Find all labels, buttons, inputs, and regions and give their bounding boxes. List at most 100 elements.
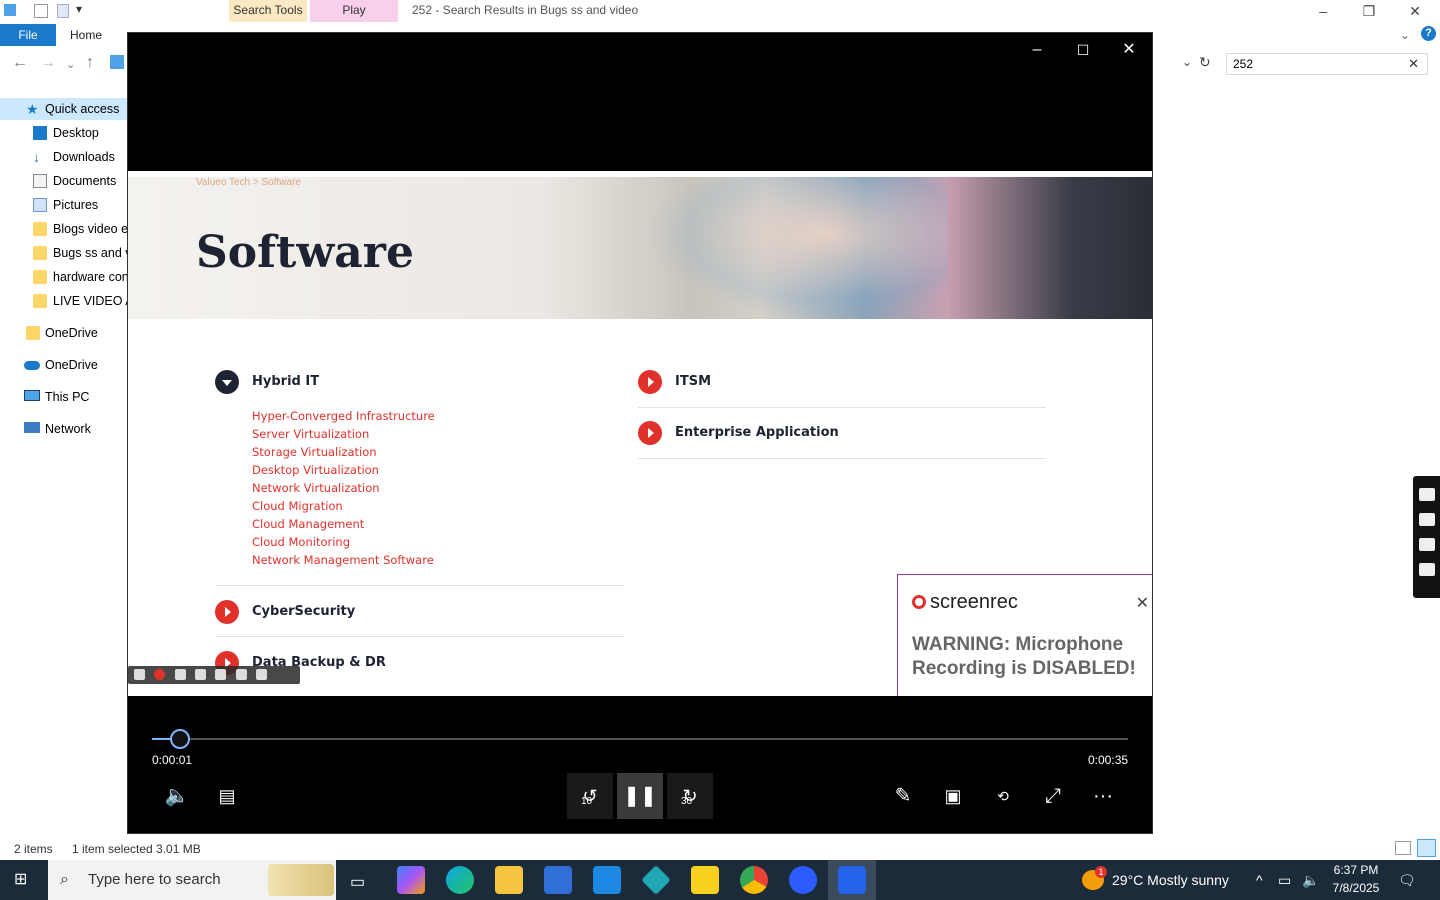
clock[interactable]: 6:37 PM 7/8/2025 [1330, 863, 1382, 895]
tab-file[interactable]: File [0, 24, 56, 46]
weather-text[interactable]: 29°C Mostly sunny [1112, 860, 1229, 900]
recent-locations-icon[interactable]: ⌄ [66, 58, 75, 71]
file-explorer-icon[interactable] [495, 866, 523, 894]
video-frame[interactable]: Valueo Tech > Software Software Hybrid I… [128, 171, 1152, 696]
expand-icon[interactable] [215, 600, 239, 624]
seek-bar[interactable] [152, 729, 1128, 749]
sidebar-item-folder[interactable]: Bugs ss and v [0, 242, 128, 264]
accordion-enterprise-application[interactable]: Enterprise Application [675, 425, 839, 440]
recorder-toolbar[interactable] [128, 666, 300, 684]
volume-tray-icon[interactable]: 🔈 [1302, 860, 1319, 900]
speaker-icon[interactable] [195, 669, 207, 680]
link-network-management-software[interactable]: Network Management Software [252, 553, 434, 567]
details-view-icon[interactable] [1395, 841, 1411, 855]
sticky-notes-icon[interactable] [691, 866, 719, 894]
accordion-cybersecurity[interactable]: CyberSecurity [252, 604, 355, 619]
minimize-icon[interactable]: – [1014, 39, 1060, 61]
search-input[interactable]: 252 ✕ [1226, 53, 1428, 75]
expand-ribbon-icon[interactable]: ⌄ [1400, 28, 1410, 42]
clear-search-icon[interactable]: ✕ [1408, 54, 1419, 74]
link-cloud-migration[interactable]: Cloud Migration [252, 499, 343, 513]
sidebar-item-onedrive[interactable]: OneDrive [0, 354, 128, 376]
sidebar-item-quick-access[interactable]: ★ Quick access [0, 98, 128, 120]
link-cloud-management[interactable]: Cloud Management [252, 517, 364, 531]
task-view-icon[interactable]: ▭ [350, 872, 365, 892]
fullscreen-icon[interactable]: ⤢ [1030, 773, 1076, 819]
gear-icon[interactable] [1419, 563, 1435, 576]
accordion-itsm[interactable]: ITSM [675, 374, 711, 389]
edge-icon[interactable] [446, 866, 474, 894]
mail-icon[interactable] [593, 866, 621, 894]
sidebar-item-documents[interactable]: Documents [0, 170, 128, 192]
record-icon[interactable] [154, 669, 166, 680]
sidebar-item-network[interactable]: Network [0, 418, 128, 440]
refresh-icon[interactable]: ↻ [1199, 54, 1211, 71]
more-options-icon[interactable]: ··· [1080, 773, 1126, 819]
microphone-icon[interactable] [174, 669, 186, 680]
customize-quick-access-icon[interactable]: ▾ [76, 2, 82, 16]
pause-button[interactable]: ❚❚ [617, 773, 663, 819]
network-tray-icon[interactable]: ▭ [1278, 860, 1291, 900]
skip-forward-button[interactable]: ↻ 30 [667, 773, 713, 819]
tab-search-tools[interactable]: Search Tools [229, 0, 307, 22]
link-network-virtualization[interactable]: Network Virtualization [252, 481, 380, 495]
address-dropdown-icon[interactable]: ⌄ [1182, 55, 1192, 69]
media-player-taskbar-button[interactable] [828, 860, 876, 900]
taskbar-search-box[interactable]: ⌕ Type here to search [48, 860, 336, 900]
gallery-icon[interactable] [1419, 538, 1435, 551]
360-view-icon[interactable]: ⟲ [980, 773, 1026, 819]
maximize-icon[interactable]: ☐ [1060, 39, 1106, 61]
link-server-virtualization[interactable]: Server Virtualization [252, 427, 369, 441]
video-record-icon[interactable] [1419, 513, 1435, 526]
sidebar-item-folder[interactable]: Blogs video ev [0, 218, 128, 240]
miniplayer-icon[interactable]: ▣ [930, 773, 976, 819]
close-icon[interactable]: ✕ [1106, 39, 1152, 61]
zoom-icon[interactable] [789, 866, 817, 894]
weather-icon[interactable]: 1 [1082, 866, 1107, 890]
large-icons-view-icon[interactable] [1417, 839, 1436, 857]
seek-thumb[interactable] [170, 729, 190, 749]
sidebar-item-folder[interactable]: LIVE VIDEO AN [0, 290, 128, 312]
edit-pencil-icon[interactable]: ✎ [880, 773, 926, 819]
collapse-icon[interactable] [215, 370, 239, 394]
close-icon[interactable]: ✕ [1136, 593, 1149, 613]
new-folder-icon[interactable] [57, 4, 69, 18]
expand-icon[interactable] [638, 421, 662, 445]
minimize-icon[interactable]: – [1300, 0, 1346, 24]
sidebar-item-downloads[interactable]: ↓ Downloads [0, 146, 128, 168]
camera-icon[interactable] [1419, 488, 1435, 501]
sidebar-item-onedrive-personal[interactable]: OneDrive [0, 322, 128, 344]
copilot-icon[interactable] [397, 866, 425, 894]
tab-play[interactable]: Play [310, 0, 398, 22]
up-icon[interactable]: ↑ [86, 54, 94, 72]
start-windows-icon[interactable]: ⊞ [14, 872, 32, 888]
notifications-icon[interactable]: 🗨 [1398, 860, 1416, 900]
properties-icon[interactable] [34, 4, 48, 18]
skip-back-button[interactable]: ↺ 10 [567, 773, 613, 819]
link-storage-virtualization[interactable]: Storage Virtualization [252, 445, 377, 459]
volume-icon[interactable]: 🔈 [154, 773, 200, 819]
forward-icon[interactable]: → [40, 54, 56, 72]
app-diamond-icon[interactable] [641, 865, 671, 895]
sidebar-item-folder[interactable]: hardware cont [0, 266, 128, 288]
expand-icon[interactable] [638, 370, 662, 394]
gear-icon[interactable] [256, 669, 268, 680]
link-hyper-converged[interactable]: Hyper-Converged Infrastructure [252, 409, 435, 423]
back-icon[interactable]: ← [12, 54, 28, 72]
sidebar-item-pictures[interactable]: Pictures [0, 194, 128, 216]
accordion-hybrid-it[interactable]: Hybrid IT [252, 374, 319, 389]
sidebar-item-this-pc[interactable]: This PC [0, 386, 128, 408]
captions-icon[interactable]: ▤ [204, 773, 250, 819]
sidebar-item-desktop[interactable]: Desktop [0, 122, 128, 144]
camera-icon[interactable] [134, 669, 145, 680]
link-desktop-virtualization[interactable]: Desktop Virtualization [252, 463, 379, 477]
window-icon[interactable] [235, 669, 247, 680]
chrome-icon[interactable] [740, 866, 768, 894]
show-hidden-icons-icon[interactable]: ^ [1256, 860, 1263, 900]
link-cloud-monitoring[interactable]: Cloud Monitoring [252, 535, 350, 549]
store-icon[interactable] [544, 866, 572, 894]
help-icon[interactable]: ? [1421, 26, 1436, 41]
webcam-icon[interactable] [215, 669, 227, 680]
tab-home[interactable]: Home [70, 28, 102, 42]
close-icon[interactable]: ✕ [1392, 0, 1438, 24]
